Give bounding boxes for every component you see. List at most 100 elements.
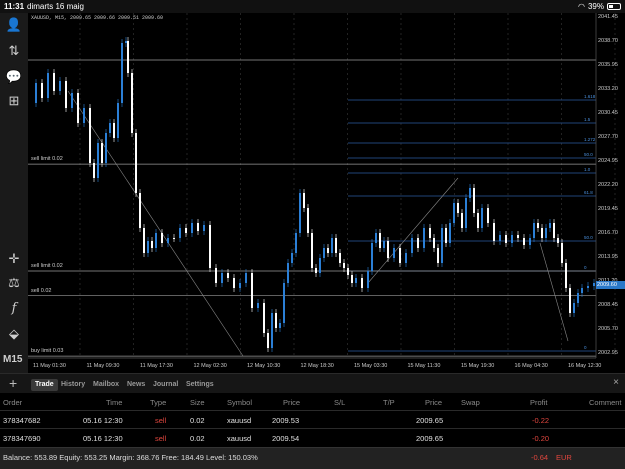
col-profit: Profit [530,398,548,407]
time-axis-label: 11 May 17:30 [140,363,173,369]
candle-body [41,83,43,98]
fib-level-label: 1.5 [584,117,591,122]
trade-arrows-icon[interactable]: ⇅ [5,43,23,59]
candle-body [473,188,475,213]
candle-body [101,143,103,163]
tab-trade[interactable]: Trade [31,379,58,391]
account-icon[interactable]: 👤 [5,17,23,33]
balance-summary: Balance: 553.89 Equity: 553.25 Margin: 3… [3,453,258,462]
col-tp: T/P [383,398,395,407]
candle-body [379,233,381,248]
order-time: 05.16 12:30 [83,434,123,443]
candle-body [335,238,337,253]
candle-body [173,238,175,239]
candle-body [263,303,265,333]
candle-body [533,223,535,238]
candle-body [161,233,163,243]
col-sl: S/L [334,398,346,407]
candle-body [283,283,285,323]
candle-body [53,73,55,91]
time-axis-label: 12 May 10:30 [247,363,281,369]
candle-body [147,241,149,253]
candle-body [457,203,459,213]
add-icon[interactable]: + [9,375,17,391]
candle-body [375,233,377,243]
candle-body [127,41,129,73]
candle-body [417,238,419,248]
candle-body [35,83,37,103]
tab-settings[interactable]: Settings [182,379,218,391]
candle-body [121,43,123,103]
candle-body [307,208,309,233]
order-line-label: sell limit 0.02 [31,156,63,163]
current-price-tag: 2009.60 [596,281,625,289]
tab-history[interactable]: History [57,379,89,391]
total-profit: -0.64 [531,453,549,462]
tab-journal[interactable]: Journal [149,379,182,391]
wifi-icon: ◠ [578,2,585,11]
order-line-label: sell limit 0.02 [31,262,63,269]
candle-body [371,243,373,271]
price-axis-label: 2019.45 [598,206,618,212]
time-axis-label: 16 May 12:30 [568,363,602,369]
candle-body [167,238,169,243]
battery-percent: 39% [587,2,604,11]
candle-body [311,233,313,268]
candle-body [239,283,241,288]
candle-body [327,248,329,253]
candle-body [233,278,235,288]
candle-body [411,238,413,253]
fib-level-label: 0 [584,345,587,350]
candle-body [215,268,217,283]
candle-body [433,238,435,248]
candle-body [117,103,119,138]
candle-body [383,241,385,248]
candle-body [287,263,289,283]
candle-body [139,193,141,228]
close-icon[interactable]: × [613,377,619,388]
table-row[interactable]: 378347682 05.16 12:30 sell 0.02 xauusd 2… [0,410,625,427]
time-axis-label: 15 May 03:30 [354,363,388,369]
fib-level-label: 0 [584,265,587,270]
candle-body [429,228,431,238]
status-time: 11:31 [4,2,25,11]
price-axis-label: 2008.45 [598,302,618,308]
order-line-label: buy limit 0.03 [31,348,64,355]
candle-body [303,193,305,208]
candle-body [155,233,157,248]
candle-body [323,248,325,258]
candle-body [517,235,519,238]
chat-icon[interactable]: 💬 [5,69,23,85]
tab-mailbox[interactable]: Mailbox [89,379,123,391]
candle-body [487,208,489,223]
col-size: Size [190,398,205,407]
tab-news[interactable]: News [123,379,149,391]
candle-body [461,213,463,228]
indicators-icon[interactable]: ⚖ [5,275,23,291]
candle-body [59,81,61,91]
candle-body [561,243,563,263]
col-time: Time [106,398,123,407]
candle-body [125,41,127,43]
function-icon[interactable]: f [5,301,23,317]
candle-body [367,271,369,288]
candle-body [577,293,579,303]
price-chart[interactable]: XAUUSD, M15, 2009.65 2009.66 2009.51 200… [28,13,625,373]
order-time: 05.16 12:30 [83,416,123,425]
crosshair-icon[interactable]: ✛ [5,251,23,267]
currency: EUR [556,453,572,462]
objects-icon[interactable]: ⬙ [5,326,23,342]
timeframe-button[interactable]: M15 [3,354,22,365]
new-chart-icon[interactable]: ⊞ [5,93,23,109]
candle-body [593,283,595,286]
chart-canvas[interactable] [28,13,625,373]
order-price: 2009.53 [272,416,300,425]
candle-body [481,208,483,228]
price-axis-label: 2038.70 [598,38,618,44]
fib-level-label: 50.0 [584,152,593,157]
candle-body [399,248,401,263]
candle-body [361,278,363,288]
candle-body [529,238,531,245]
col-type: Type [150,398,167,407]
table-row[interactable]: 378347690 05.16 12:30 sell 0.02 xauusd 2… [0,428,625,445]
